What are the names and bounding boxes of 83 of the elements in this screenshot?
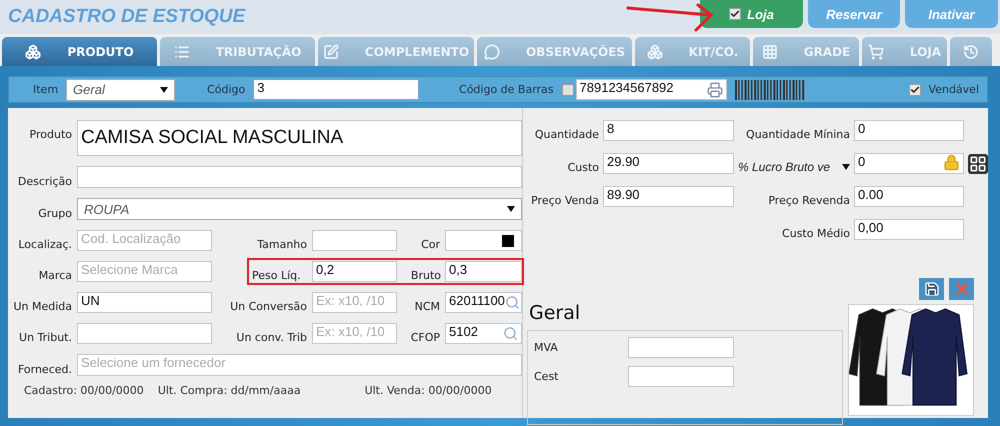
select-field[interactable]: ROUPA: [77, 198, 522, 220]
input-field[interactable]: [628, 337, 734, 358]
field-label: Tamanho: [256, 238, 307, 251]
field-label: Grupo: [37, 207, 72, 220]
input-field[interactable]: [445, 230, 522, 251]
section-title: Geral: [529, 302, 582, 324]
field-label: CFOP: [410, 331, 440, 344]
field-label: Quantidade: [534, 128, 599, 141]
grid-icon: [762, 44, 778, 60]
field-label: Forneced.: [16, 363, 72, 376]
field-label: NCM: [414, 300, 440, 313]
input-field[interactable]: 8: [603, 120, 734, 141]
input-field[interactable]: [77, 166, 522, 188]
save-icon: [924, 281, 940, 297]
comment-icon: [484, 44, 500, 60]
date-text: Cadastro: 00/00/0000: [24, 384, 144, 397]
input-field[interactable]: 0,2: [312, 261, 397, 282]
grid-icon[interactable]: [968, 154, 988, 174]
field-label: Bruto: [410, 269, 441, 282]
select-field[interactable]: % Lucro Bruto ve: [738, 160, 850, 174]
input-field[interactable]: 7891234567892: [576, 79, 727, 100]
input-field[interactable]: 89.90: [603, 186, 734, 207]
checkmark-icon: [730, 9, 740, 19]
boxes-icon: [25, 44, 42, 60]
field-label: Cest: [534, 370, 560, 383]
field-label: Un Conversão: [229, 300, 307, 313]
barcode-icon: [734, 80, 805, 100]
field-label: Item: [33, 83, 58, 96]
field-label: Custo: [566, 161, 599, 174]
input-field[interactable]: [77, 323, 212, 344]
field-label: Peso Líq.: [252, 269, 302, 282]
search-icon[interactable]: [504, 295, 520, 310]
tab[interactable]: PRODUTO: [2, 37, 157, 66]
field-label: Un conv. Trib: [235, 331, 307, 344]
delete-button[interactable]: [949, 278, 974, 300]
edit-icon: [322, 44, 339, 60]
input-field[interactable]: [628, 366, 734, 387]
input-field[interactable]: 0.00: [854, 186, 964, 207]
lock-icon[interactable]: [943, 154, 960, 171]
checkmark-icon: [910, 84, 920, 94]
select-field[interactable]: Geral: [66, 78, 176, 100]
field-label: Un Tribut.: [18, 331, 72, 344]
tab[interactable]: [950, 37, 992, 66]
input-field[interactable]: 0: [854, 153, 964, 174]
input-field[interactable]: 3: [253, 79, 420, 100]
field-label: Localizaç.: [17, 238, 72, 251]
input-field[interactable]: 62011100: [445, 292, 522, 313]
input-field[interactable]: 0,00: [854, 219, 964, 240]
page-title: CADASTRO DE ESTOQUE: [7, 5, 246, 28]
caret-icon: [842, 163, 850, 171]
field-label: Código de Barras: [459, 83, 554, 96]
input-field[interactable]: UN: [77, 292, 212, 313]
printer-icon[interactable]: [706, 82, 723, 98]
checkbox[interactable]: [908, 84, 921, 96]
list-icon: [174, 44, 190, 60]
field-label: Código: [207, 83, 246, 96]
boxes-icon: [646, 44, 663, 60]
field-label: Descrição: [16, 175, 72, 188]
field-label: MVA: [534, 341, 559, 354]
input-field[interactable]: 0,3: [445, 261, 522, 282]
caret-icon: [507, 205, 515, 213]
caret-icon: [160, 86, 168, 94]
input-field[interactable]: CAMISA SOCIAL MASCULINA: [77, 120, 522, 156]
field-label: Cor: [420, 238, 440, 251]
input-field[interactable]: [312, 230, 397, 251]
field-label: Produto: [28, 127, 72, 141]
field-label: Preço Revenda: [767, 194, 850, 207]
history-icon: [963, 44, 979, 60]
field-label: Custo Médio: [781, 227, 850, 240]
field-label: Marca: [38, 269, 72, 282]
search-icon[interactable]: [503, 326, 518, 341]
field-label: Preço Venda: [530, 194, 599, 207]
checkbox[interactable]: [562, 84, 574, 96]
field-label: Un Medida: [12, 300, 72, 313]
input-field[interactable]: 5102: [445, 323, 522, 344]
cart-icon: [868, 44, 884, 60]
field-label: Vendável: [928, 83, 979, 96]
field-label: Quantidade Mínina: [745, 128, 850, 141]
save-button[interactable]: [919, 278, 944, 300]
input-field[interactable]: 0: [854, 120, 964, 141]
date-text: Ult. Venda: 00/00/0000: [364, 384, 492, 397]
input-field[interactable]: 29.90: [603, 153, 734, 174]
date-text: Ult. Compra: dd/mm/aaaa: [158, 384, 301, 397]
